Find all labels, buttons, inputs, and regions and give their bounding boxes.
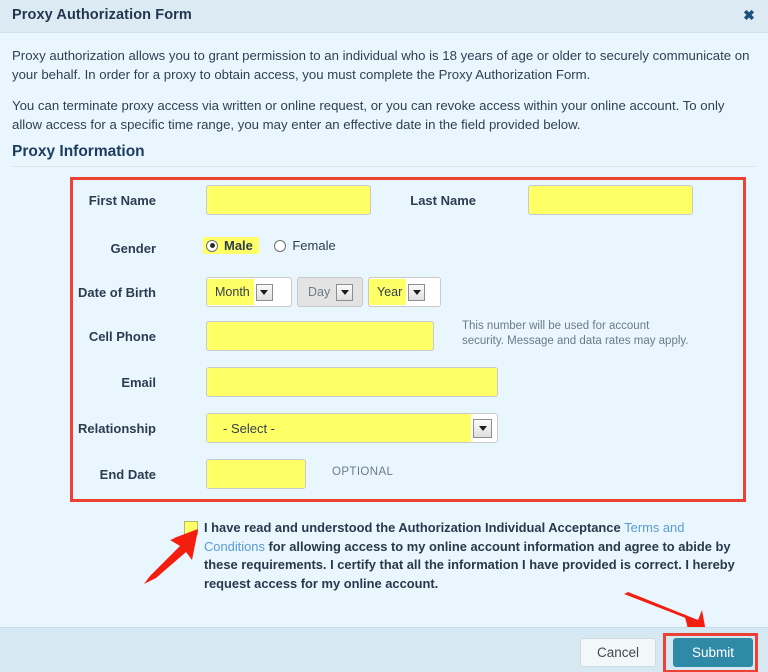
cell-phone-helper-line-1: This number will be used for account <box>462 320 650 332</box>
cell-phone-label: Cell Phone <box>88 329 156 344</box>
dob-month-select[interactable]: Month <box>206 277 292 307</box>
dialog-titlebar: Proxy Authorization Form ✖ <box>0 0 768 33</box>
consent-checkbox[interactable] <box>184 521 198 535</box>
gender-radio-male[interactable]: Male <box>203 237 259 254</box>
consent-text-before: I have read and understood the Authoriza… <box>204 520 625 535</box>
close-icon[interactable]: ✖ <box>740 6 758 24</box>
relationship-value: - Select - <box>207 414 471 442</box>
email-label: Email <box>121 375 156 390</box>
end-date-optional-tag: OPTIONAL <box>332 466 394 478</box>
cell-phone-input[interactable] <box>206 321 434 351</box>
intro-paragraph-2: You can terminate proxy access via writt… <box>12 98 725 132</box>
end-date-input[interactable] <box>206 459 306 489</box>
dob-month-value: Month <box>207 279 254 305</box>
end-date-label: End Date <box>99 467 156 482</box>
date-of-birth-label: Date of Birth <box>78 285 156 300</box>
dob-year-value: Year <box>369 279 407 305</box>
chevron-down-icon[interactable] <box>473 418 492 438</box>
radio-dot-icon <box>206 239 218 252</box>
dialog-footer: Cancel Submit <box>0 627 768 672</box>
intro-text: Proxy authorization allows you to grant … <box>12 46 756 146</box>
consent-text: I have read and understood the Authoriza… <box>204 519 748 593</box>
last-name-label: Last Name <box>410 193 476 208</box>
first-name-label: First Name <box>88 193 156 208</box>
relationship-select[interactable]: - Select - <box>206 413 498 443</box>
gender-option-label: Male <box>224 238 253 253</box>
chevron-down-icon[interactable] <box>255 283 273 301</box>
section-heading: Proxy Information <box>12 143 145 160</box>
submit-button[interactable]: Submit <box>672 638 753 667</box>
gender-radio-female[interactable]: Female <box>271 237 341 254</box>
email-input[interactable] <box>206 367 498 397</box>
page-title: Proxy Authorization Form <box>12 7 192 23</box>
consent-block: I have read and understood the Authoriza… <box>184 519 748 593</box>
radio-dot-icon <box>274 239 287 252</box>
dob-year-select[interactable]: Year <box>368 277 441 307</box>
last-name-input[interactable] <box>528 185 693 215</box>
relationship-label: Relationship <box>77 421 156 436</box>
cancel-button[interactable]: Cancel <box>579 638 656 667</box>
first-name-input[interactable] <box>206 185 371 215</box>
cell-phone-helper-line-2: security. Message and data rates may app… <box>462 335 689 347</box>
gender-label: Gender <box>110 241 156 256</box>
cell-phone-helper-text: This number will be used for account sec… <box>462 319 722 349</box>
consent-text-after: for allowing access to my online account… <box>204 538 735 591</box>
dob-day-select[interactable]: Day <box>297 277 363 307</box>
dob-day-value: Day <box>308 285 331 299</box>
section-divider <box>12 166 756 167</box>
gender-option-label: Female <box>292 238 336 253</box>
intro-paragraph-1: Proxy authorization allows you to grant … <box>12 48 750 82</box>
proxy-authorization-dialog: Proxy Authorization Form ✖ Proxy authori… <box>0 0 768 672</box>
chevron-down-icon[interactable] <box>408 283 426 301</box>
gender-radio-group: Male Female <box>203 237 342 257</box>
chevron-down-icon[interactable] <box>336 283 354 301</box>
